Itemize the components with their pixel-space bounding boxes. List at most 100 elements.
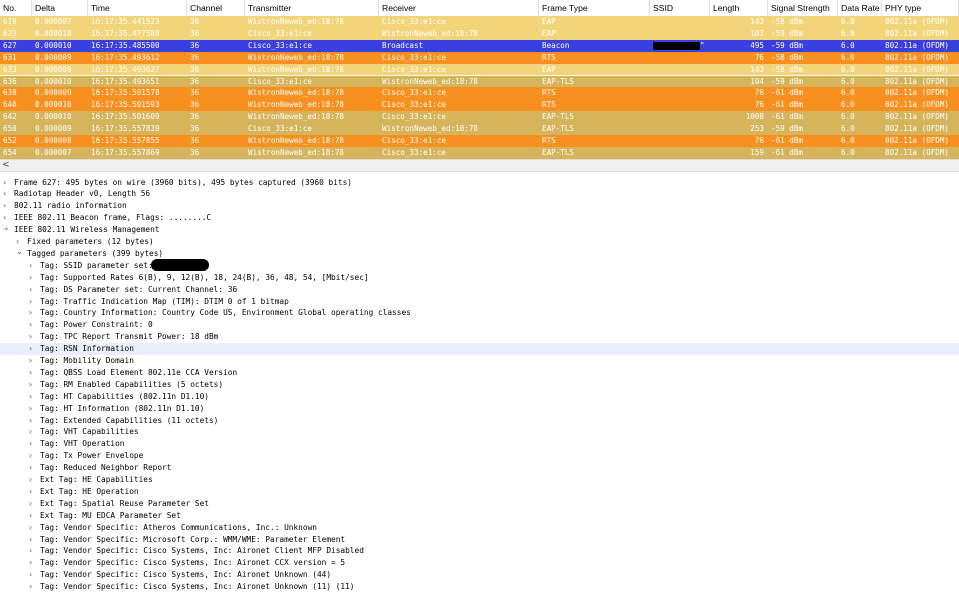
tree-node[interactable]: › Tag: Vendor Specific: Cisco Systems, In… [0, 581, 959, 593]
chevron-right-icon[interactable]: › [29, 581, 37, 593]
tree-node[interactable]: › Fixed parameters (12 bytes) [0, 236, 959, 248]
tree-node[interactable]: › Tag: Traffic Indication Map (TIM): DTIM… [0, 296, 959, 308]
chevron-right-icon[interactable]: › [29, 426, 37, 438]
tree-node[interactable]: › 802.11 radio information [0, 200, 959, 212]
chevron-right-icon[interactable]: › [29, 486, 37, 498]
tree-node[interactable]: › Tag: HT Information (802.11n D1.10) [0, 403, 959, 415]
tree-node[interactable]: › Tag: Mobility Domain [0, 355, 959, 367]
tree-node[interactable]: › Ext Tag: HE Capabilities [0, 474, 959, 486]
chevron-right-icon[interactable]: › [29, 367, 37, 379]
tree-node[interactable]: › Frame 627: 495 bytes on wire (3960 bits… [0, 177, 959, 189]
packet-row[interactable]: 654 0.000007 16:17:35.557869 36 WistronNeweb… [0, 146, 959, 159]
chevron-right-icon[interactable]: › [29, 498, 37, 510]
tree-node[interactable]: › Tag: RSN Information [0, 343, 959, 355]
tree-node[interactable]: › Tag: Tx Power Envelope [0, 450, 959, 462]
chevron-right-icon[interactable]: › [29, 284, 37, 296]
chevron-right-icon[interactable]: › [29, 545, 37, 557]
chevron-down-icon[interactable]: ⌄ [3, 222, 11, 234]
column-header-time[interactable]: Time [88, 0, 187, 16]
tree-node[interactable]: ⌄ IEEE 802.11 Wireless Management [0, 222, 959, 236]
chevron-right-icon[interactable]: › [29, 343, 37, 355]
tree-node[interactable]: › Tag: Reduced Neighbor Report [0, 462, 959, 474]
column-header-receiver[interactable]: Receiver [379, 0, 539, 16]
tree-node[interactable]: › Tag: Country Information: Country Code … [0, 307, 959, 319]
tree-node[interactable]: › Tag: Vendor Specific: Cisco Systems, In… [0, 557, 959, 569]
chevron-right-icon[interactable]: › [29, 522, 37, 534]
chevron-right-icon[interactable]: › [29, 569, 37, 581]
packet-row[interactable]: 638 0.000009 16:17:35.501578 36 WistronNeweb… [0, 87, 959, 100]
chevron-right-icon[interactable]: › [29, 462, 37, 474]
tree-node[interactable]: › Radiotap Header v0, Length 56 [0, 188, 959, 200]
packet-row[interactable]: 640 0.000010 16:17:35.501593 36 WistronNeweb… [0, 99, 959, 112]
chevron-right-icon[interactable]: › [29, 534, 37, 546]
chevron-down-icon[interactable]: ⌄ [16, 246, 24, 258]
chevron-right-icon[interactable]: › [29, 438, 37, 450]
packet-row[interactable]: 650 0.000009 16:17:35.557839 36 Cisco_33:e1:… [0, 123, 959, 135]
cell-receiver: WistronNeweb_ed:18:78 [382, 124, 479, 134]
packet-details-tree[interactable]: › Frame 627: 495 bytes on wire (3960 bits… [0, 176, 959, 593]
column-header-phy[interactable]: PHY type [882, 0, 959, 16]
column-header-delta[interactable]: Delta [32, 0, 88, 16]
cell-frame-type: Beacon [542, 40, 570, 50]
chevron-right-icon[interactable]: › [29, 415, 37, 427]
tree-node[interactable]: › Tag: Power Constraint: 0 [0, 319, 959, 331]
tree-node[interactable]: › Tag: VHT Capabilities [0, 426, 959, 438]
chevron-right-icon[interactable]: › [29, 355, 37, 367]
column-header-ssid[interactable]: SSID [650, 0, 710, 16]
tree-node[interactable]: › Tag: QBSS Load Element 802.11e CCA Vers… [0, 367, 959, 379]
column-header-frame-type[interactable]: Frame Type [539, 0, 650, 16]
scroll-left-arrow-icon[interactable]: < [2, 160, 10, 171]
chevron-right-icon[interactable]: › [3, 200, 11, 212]
column-header-rate[interactable]: Data Rate [838, 0, 882, 16]
tree-node[interactable]: › Tag: VHT Operation [0, 438, 959, 450]
chevron-right-icon[interactable]: › [29, 307, 37, 319]
tree-node-text: Tag: Vendor Specific: Cisco Systems, Inc… [40, 546, 364, 556]
chevron-right-icon[interactable]: › [3, 188, 11, 200]
tree-node[interactable]: › Tag: Extended Capabilities (11 octets) [0, 415, 959, 427]
column-header-no[interactable]: No. [0, 0, 32, 16]
horizontal-scrollbar[interactable]: < [0, 159, 959, 172]
packet-row[interactable]: 631 0.000009 16:17:35.493612 36 WistronNeweb… [0, 51, 959, 64]
chevron-right-icon[interactable]: › [29, 319, 37, 331]
tree-node[interactable]: › Tag: TPC Report Transmit Power: 18 dBm [0, 331, 959, 343]
column-header-channel[interactable]: Channel [187, 0, 245, 16]
packet-list[interactable]: 619 0.000007 16:17:35.441523 36 WistronNeweb… [0, 16, 959, 159]
tree-node[interactable]: › Tag: Supported Rates 6(B), 9, 12(B), 18… [0, 272, 959, 284]
tree-node[interactable]: › Tag: HT Capabilities (802.11n D1.10) [0, 391, 959, 403]
chevron-right-icon[interactable]: › [29, 296, 37, 308]
tree-node[interactable]: › Tag: RM Enabled Capabilities (5 octets) [0, 379, 959, 391]
tree-node[interactable]: › Tag: DS Parameter set: Current Channel:… [0, 284, 959, 296]
chevron-right-icon[interactable]: › [29, 450, 37, 462]
chevron-right-icon[interactable]: › [29, 510, 37, 522]
tree-node[interactable]: › Tag: Vendor Specific: Cisco Systems, In… [0, 569, 959, 581]
column-header-signal[interactable]: Signal Strength [768, 0, 838, 16]
packet-row[interactable]: 633 0.000009 16:17:35.493627 36 WistronNeweb… [0, 63, 959, 76]
tree-node[interactable]: › IEEE 802.11 Beacon frame, Flags: ......… [0, 212, 959, 224]
tree-node[interactable]: › Tag: SSID parameter set: [0, 258, 959, 272]
chevron-right-icon[interactable]: › [29, 331, 37, 343]
chevron-right-icon[interactable]: › [29, 557, 37, 569]
packet-row[interactable]: 623 0.000010 16:17:35.477580 36 Cisco_33:e1:… [0, 27, 959, 40]
tree-node[interactable]: › Tag: Vendor Specific: Cisco Systems, In… [0, 545, 959, 557]
column-header-transmitter[interactable]: Transmitter [245, 0, 379, 16]
chevron-right-icon[interactable]: › [29, 403, 37, 415]
chevron-right-icon[interactable]: › [29, 260, 37, 272]
chevron-right-icon[interactable]: › [3, 177, 11, 189]
tree-node[interactable]: › Ext Tag: MU EDCA Parameter Set [0, 510, 959, 522]
tree-node[interactable]: › Tag: Vendor Specific: Atheros Communica… [0, 522, 959, 534]
packet-row[interactable]: 619 0.000007 16:17:35.441523 36 WistronNeweb… [0, 16, 959, 28]
chevron-right-icon[interactable]: › [29, 391, 37, 403]
tree-node[interactable]: ⌄ Tagged parameters (399 bytes) [0, 246, 959, 260]
packet-row[interactable]: 642 0.000010 16:17:35.501609 36 WistronNeweb… [0, 111, 959, 124]
packet-row[interactable]: 652 0.000008 16:17:35.557855 36 WistronNeweb… [0, 135, 959, 147]
column-header-length[interactable]: Length [710, 0, 768, 16]
cell-length: 76 [754, 52, 764, 62]
tree-node[interactable]: › Ext Tag: HE Operation [0, 486, 959, 498]
tree-node[interactable]: › Tag: Vendor Specific: Microsoft Corp.: … [0, 534, 959, 546]
packet-row-selected[interactable]: 627 0.000010 16:17:35.485500 36 Cisco_33:e1:… [0, 39, 959, 52]
chevron-right-icon[interactable]: › [29, 272, 37, 284]
tree-node[interactable]: › Ext Tag: Spatial Reuse Parameter Set [0, 498, 959, 510]
chevron-right-icon[interactable]: › [29, 474, 37, 486]
chevron-right-icon[interactable]: › [29, 379, 37, 391]
packet-row[interactable]: 636 0.000010 16:17:35.493651 36 Cisco_33:e1:… [0, 75, 959, 88]
